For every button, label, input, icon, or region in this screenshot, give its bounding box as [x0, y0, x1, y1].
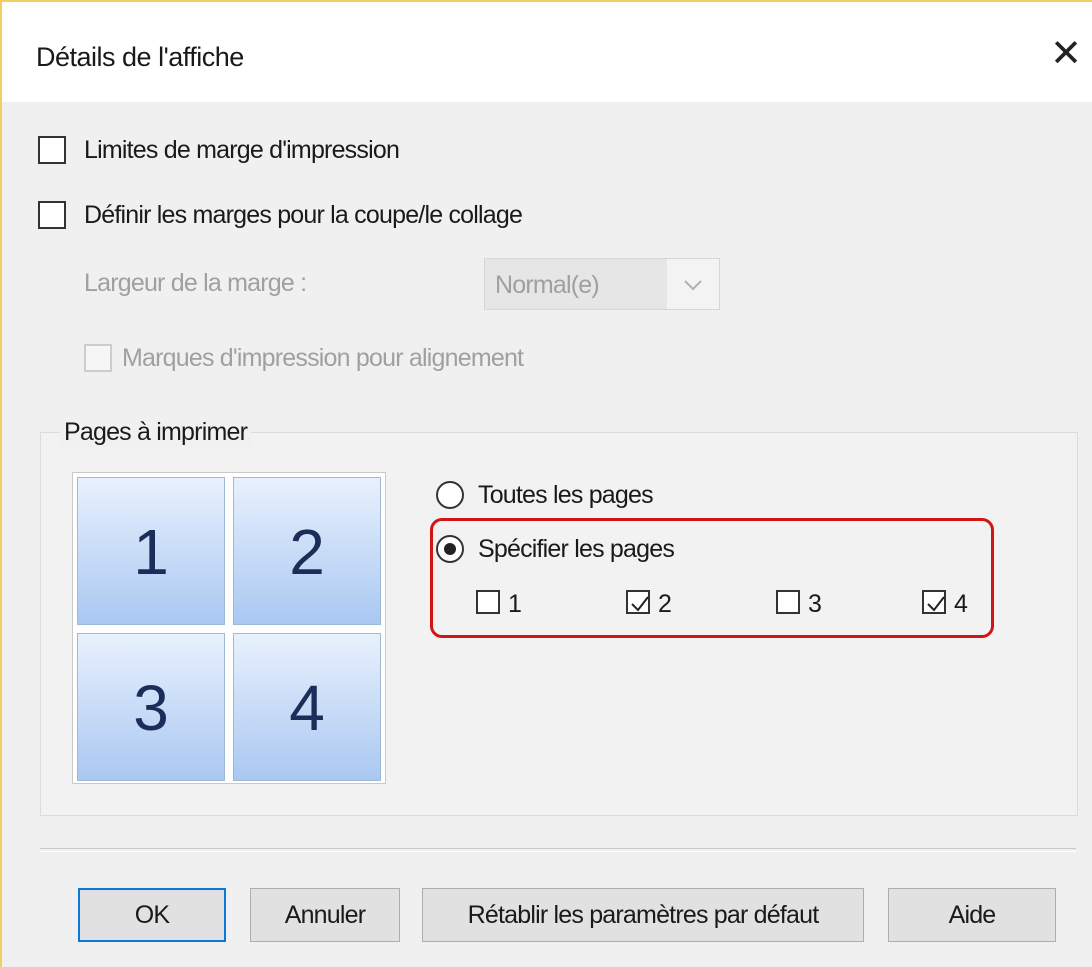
margin-width-label: Largeur de la marge :: [84, 269, 307, 297]
close-icon[interactable]: ✕: [1046, 34, 1086, 74]
cancel-button[interactable]: Annuler: [250, 888, 400, 942]
reset-defaults-button[interactable]: Rétablir les paramètres par défaut: [422, 888, 864, 942]
checkmark-icon: [927, 596, 945, 612]
margin-width-select[interactable]: Normal(e): [484, 258, 720, 310]
page-preview-grid: 1 2 3 4: [72, 472, 386, 784]
page-tile-4: 4: [233, 633, 381, 781]
dialog-title: Détails de l'affiche: [36, 42, 244, 72]
ok-button[interactable]: OK: [78, 888, 226, 942]
highlight-annotation: [430, 518, 994, 638]
page-2-checkbox[interactable]: [626, 590, 650, 614]
chevron-down-icon: [667, 259, 719, 309]
page-1-label[interactable]: 1: [508, 590, 522, 619]
page-3-label[interactable]: 3: [808, 590, 822, 619]
margin-width-value: Normal(e): [495, 271, 600, 299]
page-tile-1: 1: [77, 477, 225, 625]
alignment-marks-label: Marques d'impression pour alignement: [122, 344, 524, 372]
all-pages-radio[interactable]: [436, 481, 464, 509]
page-1-checkbox[interactable]: [476, 590, 500, 614]
page-4-label[interactable]: 4: [954, 590, 968, 619]
cut-paste-margins-label[interactable]: Définir les marges pour la coupe/le coll…: [84, 201, 523, 230]
help-button[interactable]: Aide: [888, 888, 1056, 942]
window-top-border: [0, 0, 1092, 2]
page-4-checkbox[interactable]: [922, 590, 946, 614]
page-3-checkbox[interactable]: [776, 590, 800, 614]
pages-group-title: Pages à imprimer: [60, 418, 252, 447]
separator: [40, 848, 1076, 852]
cut-paste-margins-checkbox[interactable]: [38, 201, 66, 229]
all-pages-label[interactable]: Toutes les pages: [478, 481, 654, 510]
page-tile-2: 2: [233, 477, 381, 625]
alignment-marks-checkbox[interactable]: [84, 344, 112, 372]
print-margin-limits-checkbox[interactable]: [38, 136, 66, 164]
checkmark-icon: [631, 596, 649, 612]
page-2-label[interactable]: 2: [658, 590, 672, 619]
page-tile-3: 3: [77, 633, 225, 781]
print-margin-limits-label[interactable]: Limites de marge d'impression: [84, 136, 400, 165]
